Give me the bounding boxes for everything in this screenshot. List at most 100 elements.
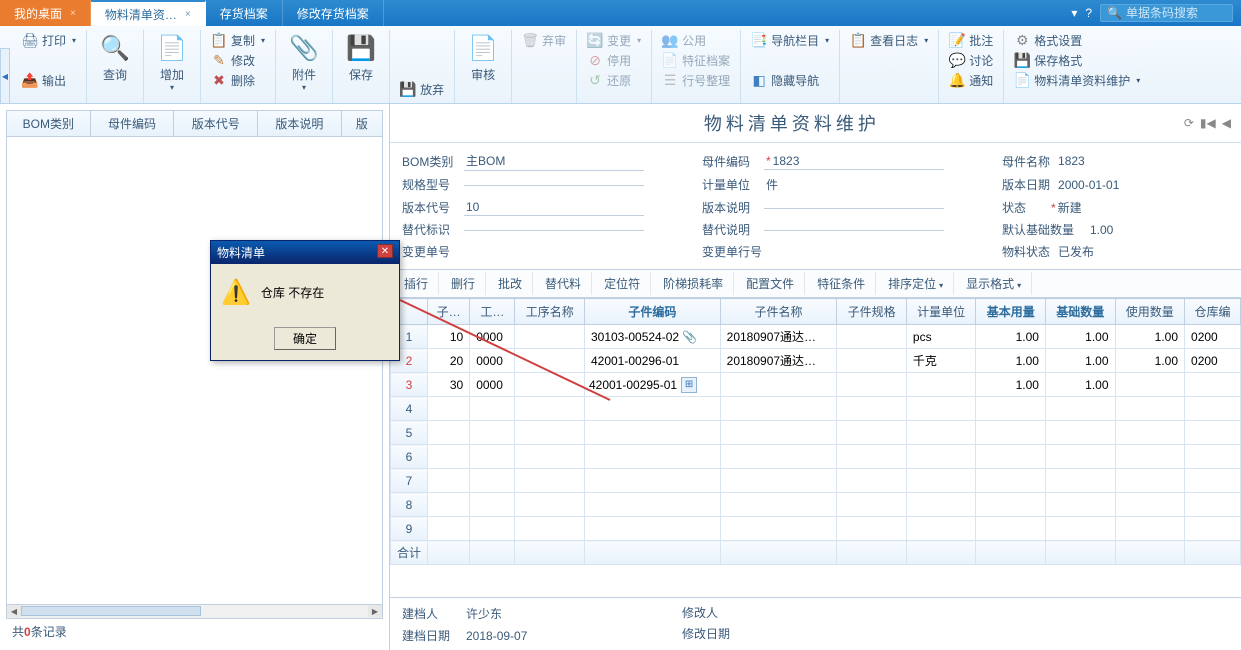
bom-type-field[interactable]: 主BOM <box>464 151 644 171</box>
export-button[interactable]: 📤输出 <box>18 70 80 90</box>
nav-icon: 📑 <box>751 32 767 48</box>
batch-button[interactable]: 📝批注 <box>945 30 997 50</box>
mat-status-field: 已发布 <box>1056 242 1236 261</box>
attach-icon: 📎 <box>288 32 320 64</box>
top-tab-bar: 我的桌面× 物料清单资…× 存货档案 修改存货档案 ▾ ? 🔍 <box>0 0 1241 26</box>
delete-row-button[interactable]: 删行 <box>441 272 486 295</box>
scroll-left-icon[interactable]: ◀ <box>7 605 21 617</box>
table-row[interactable]: 9 <box>391 517 1241 541</box>
trash-button[interactable]: 🗑弃审 <box>518 30 570 50</box>
print-button[interactable]: 🖨打印▾ <box>18 30 80 50</box>
col-header[interactable]: 版本代号 <box>174 111 258 136</box>
help-icon[interactable]: ? <box>1085 6 1092 20</box>
public-button[interactable]: 👥公用 <box>658 30 734 50</box>
alt-desc-field[interactable] <box>764 228 944 231</box>
copy-icon: 📋 <box>211 32 227 48</box>
table-row[interactable]: 6 <box>391 445 1241 469</box>
child-code-cell[interactable]: 42001-00296-01 <box>584 349 720 373</box>
table-row[interactable]: 4 <box>391 397 1241 421</box>
add-button[interactable]: 📄增加▾ <box>150 30 194 94</box>
notify-button[interactable]: 🔔通知 <box>945 70 997 90</box>
spec-field[interactable] <box>464 183 644 186</box>
horizontal-scrollbar[interactable]: ◀ ▶ <box>6 605 383 619</box>
feature-cond-button[interactable]: 特征条件 <box>807 272 876 295</box>
grid-toolbar: 插行 删行 批改 替代料 定位符 阶梯损耗率 配置文件 特征条件 排序定位▾ 显… <box>390 269 1241 298</box>
first-icon[interactable]: ▮◀ <box>1200 116 1216 130</box>
save-icon: 💾 <box>345 32 377 64</box>
hide-nav-button[interactable]: ◧隐藏导航 <box>747 70 833 90</box>
save-button[interactable]: 💾保存 <box>339 30 383 85</box>
ver-desc-field[interactable] <box>764 206 944 209</box>
delete-button[interactable]: ✖删除 <box>207 70 269 90</box>
save-format-button[interactable]: 💾保存格式 <box>1010 50 1144 70</box>
insert-row-button[interactable]: 插行 <box>394 272 439 295</box>
alt-id-field[interactable] <box>464 228 644 231</box>
child-code-cell-editing[interactable]: 42001-00295-01⊞ <box>584 373 720 397</box>
loss-rate-button[interactable]: 阶梯损耗率 <box>653 272 734 295</box>
table-row[interactable]: 7 <box>391 469 1241 493</box>
discuss-button[interactable]: 💬讨论 <box>945 50 997 70</box>
left-grid-body[interactable] <box>6 137 383 605</box>
log-button[interactable]: 📋查看日志▾ <box>846 30 932 50</box>
dialog-title: 物料清单 <box>217 244 265 261</box>
change-button[interactable]: 🔄变更▾ <box>583 30 645 50</box>
table-row[interactable]: 5 <box>391 421 1241 445</box>
table-row[interactable]: 1 10 0000 30103-00524-02📎 20180907通达… pc… <box>391 325 1241 349</box>
close-icon[interactable]: × <box>70 8 76 19</box>
row-button[interactable]: ☰行号整理 <box>658 70 734 90</box>
col-header[interactable]: BOM类别 <box>7 111 91 136</box>
lookup-icon[interactable]: ⊞ <box>681 377 697 393</box>
table-row[interactable]: 3 30 0000 42001-00295-01⊞ 1.00 1.00 <box>391 373 1241 397</box>
tab-bom[interactable]: 物料清单资…× <box>91 0 206 26</box>
feature-button[interactable]: 📄特征档案 <box>658 50 734 70</box>
maintain-button[interactable]: 📄物料清单资料维护▾ <box>1010 70 1144 90</box>
edit-icon: ✎ <box>211 52 227 68</box>
scroll-right-icon[interactable]: ▶ <box>368 605 382 617</box>
copy-button[interactable]: 📋复制▾ <box>207 30 269 50</box>
navbar-button[interactable]: 📑导航栏目▾ <box>747 30 833 50</box>
barcode-search[interactable]: 🔍 <box>1100 4 1233 22</box>
prev-icon[interactable]: ◀ <box>1222 116 1231 130</box>
attach-button[interactable]: 📎附件▾ <box>282 30 326 94</box>
tab-modify-inventory[interactable]: 修改存货档案 <box>283 0 384 26</box>
batch-icon: 📝 <box>949 32 965 48</box>
table-row[interactable]: 8 <box>391 493 1241 517</box>
close-icon[interactable]: × <box>185 9 191 20</box>
change-row-field <box>774 251 954 253</box>
dialog-ok-button[interactable]: 确定 <box>274 327 336 350</box>
parent-code-field[interactable]: *1823 <box>764 153 944 170</box>
child-code-cell[interactable]: 30103-00524-02📎 <box>584 325 720 349</box>
row-icon: ☰ <box>662 72 678 88</box>
discard-button[interactable]: 💾放弃 <box>396 79 448 99</box>
row-number: 3 <box>391 373 428 397</box>
ver-code-field[interactable]: 10 <box>464 199 644 216</box>
format-set-button[interactable]: ⚙格式设置 <box>1010 30 1144 50</box>
refresh-icon[interactable]: ⟳ <box>1184 116 1194 130</box>
chevron-down-icon[interactable]: ▾ <box>1071 6 1077 20</box>
col-header[interactable]: 版本说明 <box>258 111 342 136</box>
collapse-handle[interactable]: ◀ <box>0 48 10 104</box>
scroll-thumb[interactable] <box>21 606 201 616</box>
stop-button[interactable]: ⊘停用 <box>583 50 645 70</box>
tab-desktop[interactable]: 我的桌面× <box>0 0 91 26</box>
parent-name-field: 1823 <box>1056 153 1236 169</box>
ribbon-toolbar: ◀ 🖨打印▾ 📤输出 🔍查询 📄增加▾ 📋复制▾ ✎修改 ✖删除 📎附件▾ 💾保… <box>0 26 1241 104</box>
batch-edit-button[interactable]: 批改 <box>488 272 533 295</box>
grid-wrapper[interactable]: 子… 工… 工序名称 子件编码 子件名称 子件规格 计量单位 基本用量 基础数量… <box>390 298 1241 597</box>
sort-button[interactable]: 排序定位▾ <box>878 272 954 295</box>
query-button[interactable]: 🔍查询 <box>93 30 137 85</box>
table-row[interactable]: 2 20 0000 42001-00296-01 20180907通达… 千克 … <box>391 349 1241 373</box>
audit-button[interactable]: 📄审核 <box>461 30 505 85</box>
col-header[interactable]: 版 <box>342 111 382 136</box>
barcode-search-input[interactable] <box>1126 6 1226 20</box>
row-number: 8 <box>391 493 428 517</box>
config-file-button[interactable]: 配置文件 <box>736 272 805 295</box>
restore-button[interactable]: ↺还原 <box>583 70 645 90</box>
display-format-button[interactable]: 显示格式▾ <box>956 272 1032 295</box>
edit-button[interactable]: ✎修改 <box>207 50 269 70</box>
locator-button[interactable]: 定位符 <box>594 272 651 295</box>
alt-material-button[interactable]: 替代料 <box>535 272 592 295</box>
tab-inventory[interactable]: 存货档案 <box>206 0 283 26</box>
col-header[interactable]: 母件编码 <box>91 111 175 136</box>
dialog-close-button[interactable]: ✕ <box>377 244 393 258</box>
